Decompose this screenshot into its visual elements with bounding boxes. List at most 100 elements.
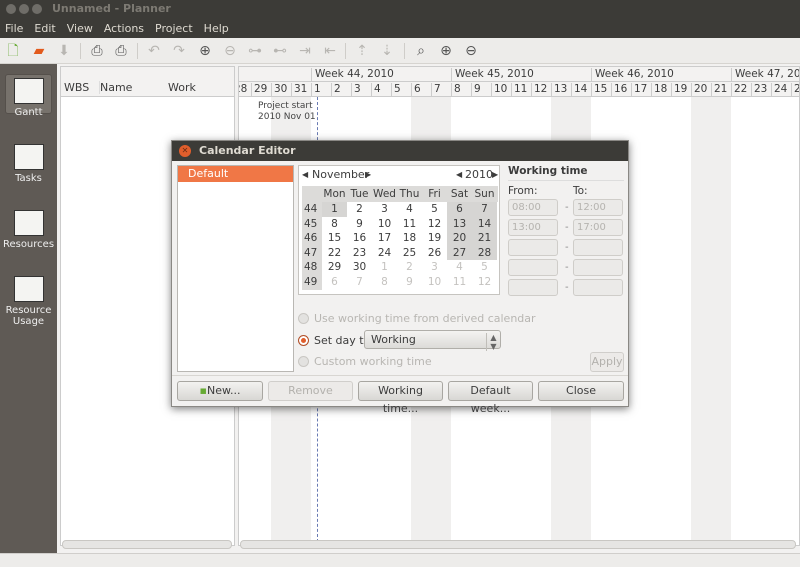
next-month-button[interactable]: ▶ bbox=[365, 170, 371, 179]
calendar-day[interactable]: 6 bbox=[447, 202, 472, 217]
calendar-day[interactable]: 6 bbox=[322, 275, 347, 290]
menu-actions[interactable]: Actions bbox=[104, 22, 144, 35]
calendar-day[interactable]: 1 bbox=[322, 202, 347, 217]
chart-scrollbar[interactable] bbox=[240, 540, 796, 549]
calendar-day[interactable]: 10 bbox=[372, 217, 397, 232]
calendar-item-default[interactable]: Default bbox=[178, 166, 293, 182]
to-time-field[interactable] bbox=[573, 259, 623, 276]
new-project-icon[interactable]: 🗋 bbox=[4, 42, 22, 60]
calendar-day[interactable]: 7 bbox=[347, 275, 372, 290]
calendar-day[interactable]: 27 bbox=[447, 245, 472, 261]
calendar-day[interactable]: 23 bbox=[347, 246, 372, 261]
column-header-name[interactable]: Name bbox=[99, 81, 132, 94]
zoom-fit-icon[interactable]: ⌕ bbox=[412, 42, 430, 60]
calendar-day[interactable]: 14 bbox=[472, 216, 497, 232]
to-time-field[interactable] bbox=[573, 239, 623, 256]
calendar-day[interactable]: 22 bbox=[322, 246, 347, 261]
calendar-day[interactable]: 28 bbox=[472, 245, 497, 261]
calendar-day[interactable]: 12 bbox=[422, 217, 447, 232]
to-time-field[interactable] bbox=[573, 279, 623, 296]
calendar-day[interactable]: 17 bbox=[372, 231, 397, 246]
from-time-field[interactable] bbox=[508, 279, 558, 296]
calendar-day[interactable]: 29 bbox=[322, 260, 347, 275]
menu-file[interactable]: File bbox=[5, 22, 23, 35]
open-icon[interactable]: ▰ bbox=[30, 42, 48, 60]
sidebar-item-gantt[interactable]: Gantt bbox=[0, 74, 57, 118]
calendar-day[interactable]: 8 bbox=[322, 217, 347, 232]
day-type-select[interactable]: Working ▲ ▼ bbox=[364, 330, 501, 351]
next-year-button[interactable]: ▶ bbox=[492, 170, 498, 179]
remove-task-icon[interactable]: ⊖ bbox=[221, 42, 239, 60]
close-button[interactable]: Close bbox=[538, 381, 624, 401]
sidebar-item-resource-usage[interactable]: Resource Usage bbox=[0, 276, 57, 327]
calendar-day[interactable]: 2 bbox=[347, 202, 372, 217]
calendar-day[interactable]: 25 bbox=[397, 246, 422, 261]
from-time-field[interactable] bbox=[508, 259, 558, 276]
calendar-day[interactable]: 4 bbox=[397, 202, 422, 217]
zoom-out-icon[interactable]: ⊖ bbox=[462, 42, 480, 60]
to-time-field[interactable]: 17:00 bbox=[573, 219, 623, 236]
menu-view[interactable]: View bbox=[67, 22, 93, 35]
calendar-day[interactable]: 8 bbox=[372, 275, 397, 290]
new-calendar-button[interactable]: ▪New... bbox=[177, 381, 263, 401]
calendar-day[interactable]: 18 bbox=[397, 231, 422, 246]
from-time-field[interactable] bbox=[508, 239, 558, 256]
calendar-day[interactable]: 2 bbox=[397, 260, 422, 275]
column-header-work[interactable]: Work bbox=[168, 81, 196, 94]
calendar-day[interactable]: 11 bbox=[397, 217, 422, 232]
calendar-day[interactable]: 20 bbox=[447, 231, 472, 246]
calendar-day[interactable]: 9 bbox=[397, 275, 422, 290]
calendar-day[interactable]: 13 bbox=[447, 216, 472, 232]
calendar-day[interactable]: 7 bbox=[472, 202, 497, 217]
prev-month-button[interactable]: ◀ bbox=[302, 170, 308, 179]
move-up-icon[interactable]: ⇡ bbox=[353, 42, 371, 60]
from-time-field[interactable]: 13:00 bbox=[508, 219, 558, 236]
calendar-day[interactable]: 3 bbox=[372, 202, 397, 217]
calendar-day[interactable]: 26 bbox=[422, 246, 447, 261]
indent-icon[interactable]: ⇥ bbox=[296, 42, 314, 60]
redo-icon[interactable]: ↷ bbox=[170, 42, 188, 60]
calendar-day[interactable]: 12 bbox=[472, 275, 497, 290]
calendar-day[interactable]: 16 bbox=[347, 231, 372, 246]
save-icon[interactable]: ⬇ bbox=[55, 42, 73, 60]
menu-project[interactable]: Project bbox=[155, 22, 193, 35]
print-preview-icon[interactable]: ⎙ bbox=[112, 42, 130, 60]
calendar-day[interactable]: 19 bbox=[422, 231, 447, 246]
prev-year-button[interactable]: ◀ bbox=[456, 170, 462, 179]
minimize-window-button[interactable] bbox=[19, 4, 29, 14]
zoom-in-icon[interactable]: ⊕ bbox=[437, 42, 455, 60]
unlink-tasks-icon[interactable]: ⊷ bbox=[271, 42, 289, 60]
sidebar-item-tasks[interactable]: Tasks bbox=[0, 144, 57, 184]
calendar-day[interactable]: 10 bbox=[422, 275, 447, 290]
working-time-button[interactable]: Working time... bbox=[358, 381, 443, 415]
calendar-day[interactable]: 5 bbox=[422, 202, 447, 217]
default-week-button[interactable]: Default week... bbox=[448, 381, 533, 415]
calendar-day[interactable]: 21 bbox=[472, 231, 497, 246]
calendar-day[interactable]: 30 bbox=[347, 260, 372, 275]
insert-task-icon[interactable]: ⊕ bbox=[196, 42, 214, 60]
derived-calendar-radio[interactable]: Use working time from derived calendar bbox=[298, 312, 536, 325]
custom-working-time-radio[interactable]: Custom working time bbox=[298, 355, 432, 368]
table-scrollbar[interactable] bbox=[62, 540, 232, 549]
menu-edit[interactable]: Edit bbox=[34, 22, 55, 35]
undo-icon[interactable]: ↶ bbox=[145, 42, 163, 60]
column-header-wbs[interactable]: WBS bbox=[64, 81, 89, 94]
to-time-field[interactable]: 12:00 bbox=[573, 199, 623, 216]
link-tasks-icon[interactable]: ⊶ bbox=[246, 42, 264, 60]
calendar-day[interactable]: 3 bbox=[422, 260, 447, 275]
from-time-field[interactable]: 08:00 bbox=[508, 199, 558, 216]
print-icon[interactable]: ⎙ bbox=[88, 42, 106, 60]
calendar-list[interactable]: Default bbox=[177, 165, 294, 372]
calendar-day[interactable]: 11 bbox=[447, 275, 472, 290]
calendar-day[interactable]: 24 bbox=[372, 246, 397, 261]
calendar-day[interactable]: 9 bbox=[347, 217, 372, 232]
calendar-day[interactable]: 4 bbox=[447, 260, 472, 275]
maximize-window-button[interactable] bbox=[32, 4, 42, 14]
calendar-day[interactable]: 15 bbox=[322, 231, 347, 246]
dialog-close-icon[interactable]: ✕ bbox=[179, 145, 191, 157]
apply-button[interactable]: Apply bbox=[590, 352, 624, 372]
remove-button[interactable]: Remove bbox=[268, 381, 353, 401]
move-down-icon[interactable]: ⇣ bbox=[378, 42, 396, 60]
calendar-day[interactable]: 1 bbox=[372, 260, 397, 275]
sidebar-item-resources[interactable]: Resources bbox=[0, 210, 57, 250]
